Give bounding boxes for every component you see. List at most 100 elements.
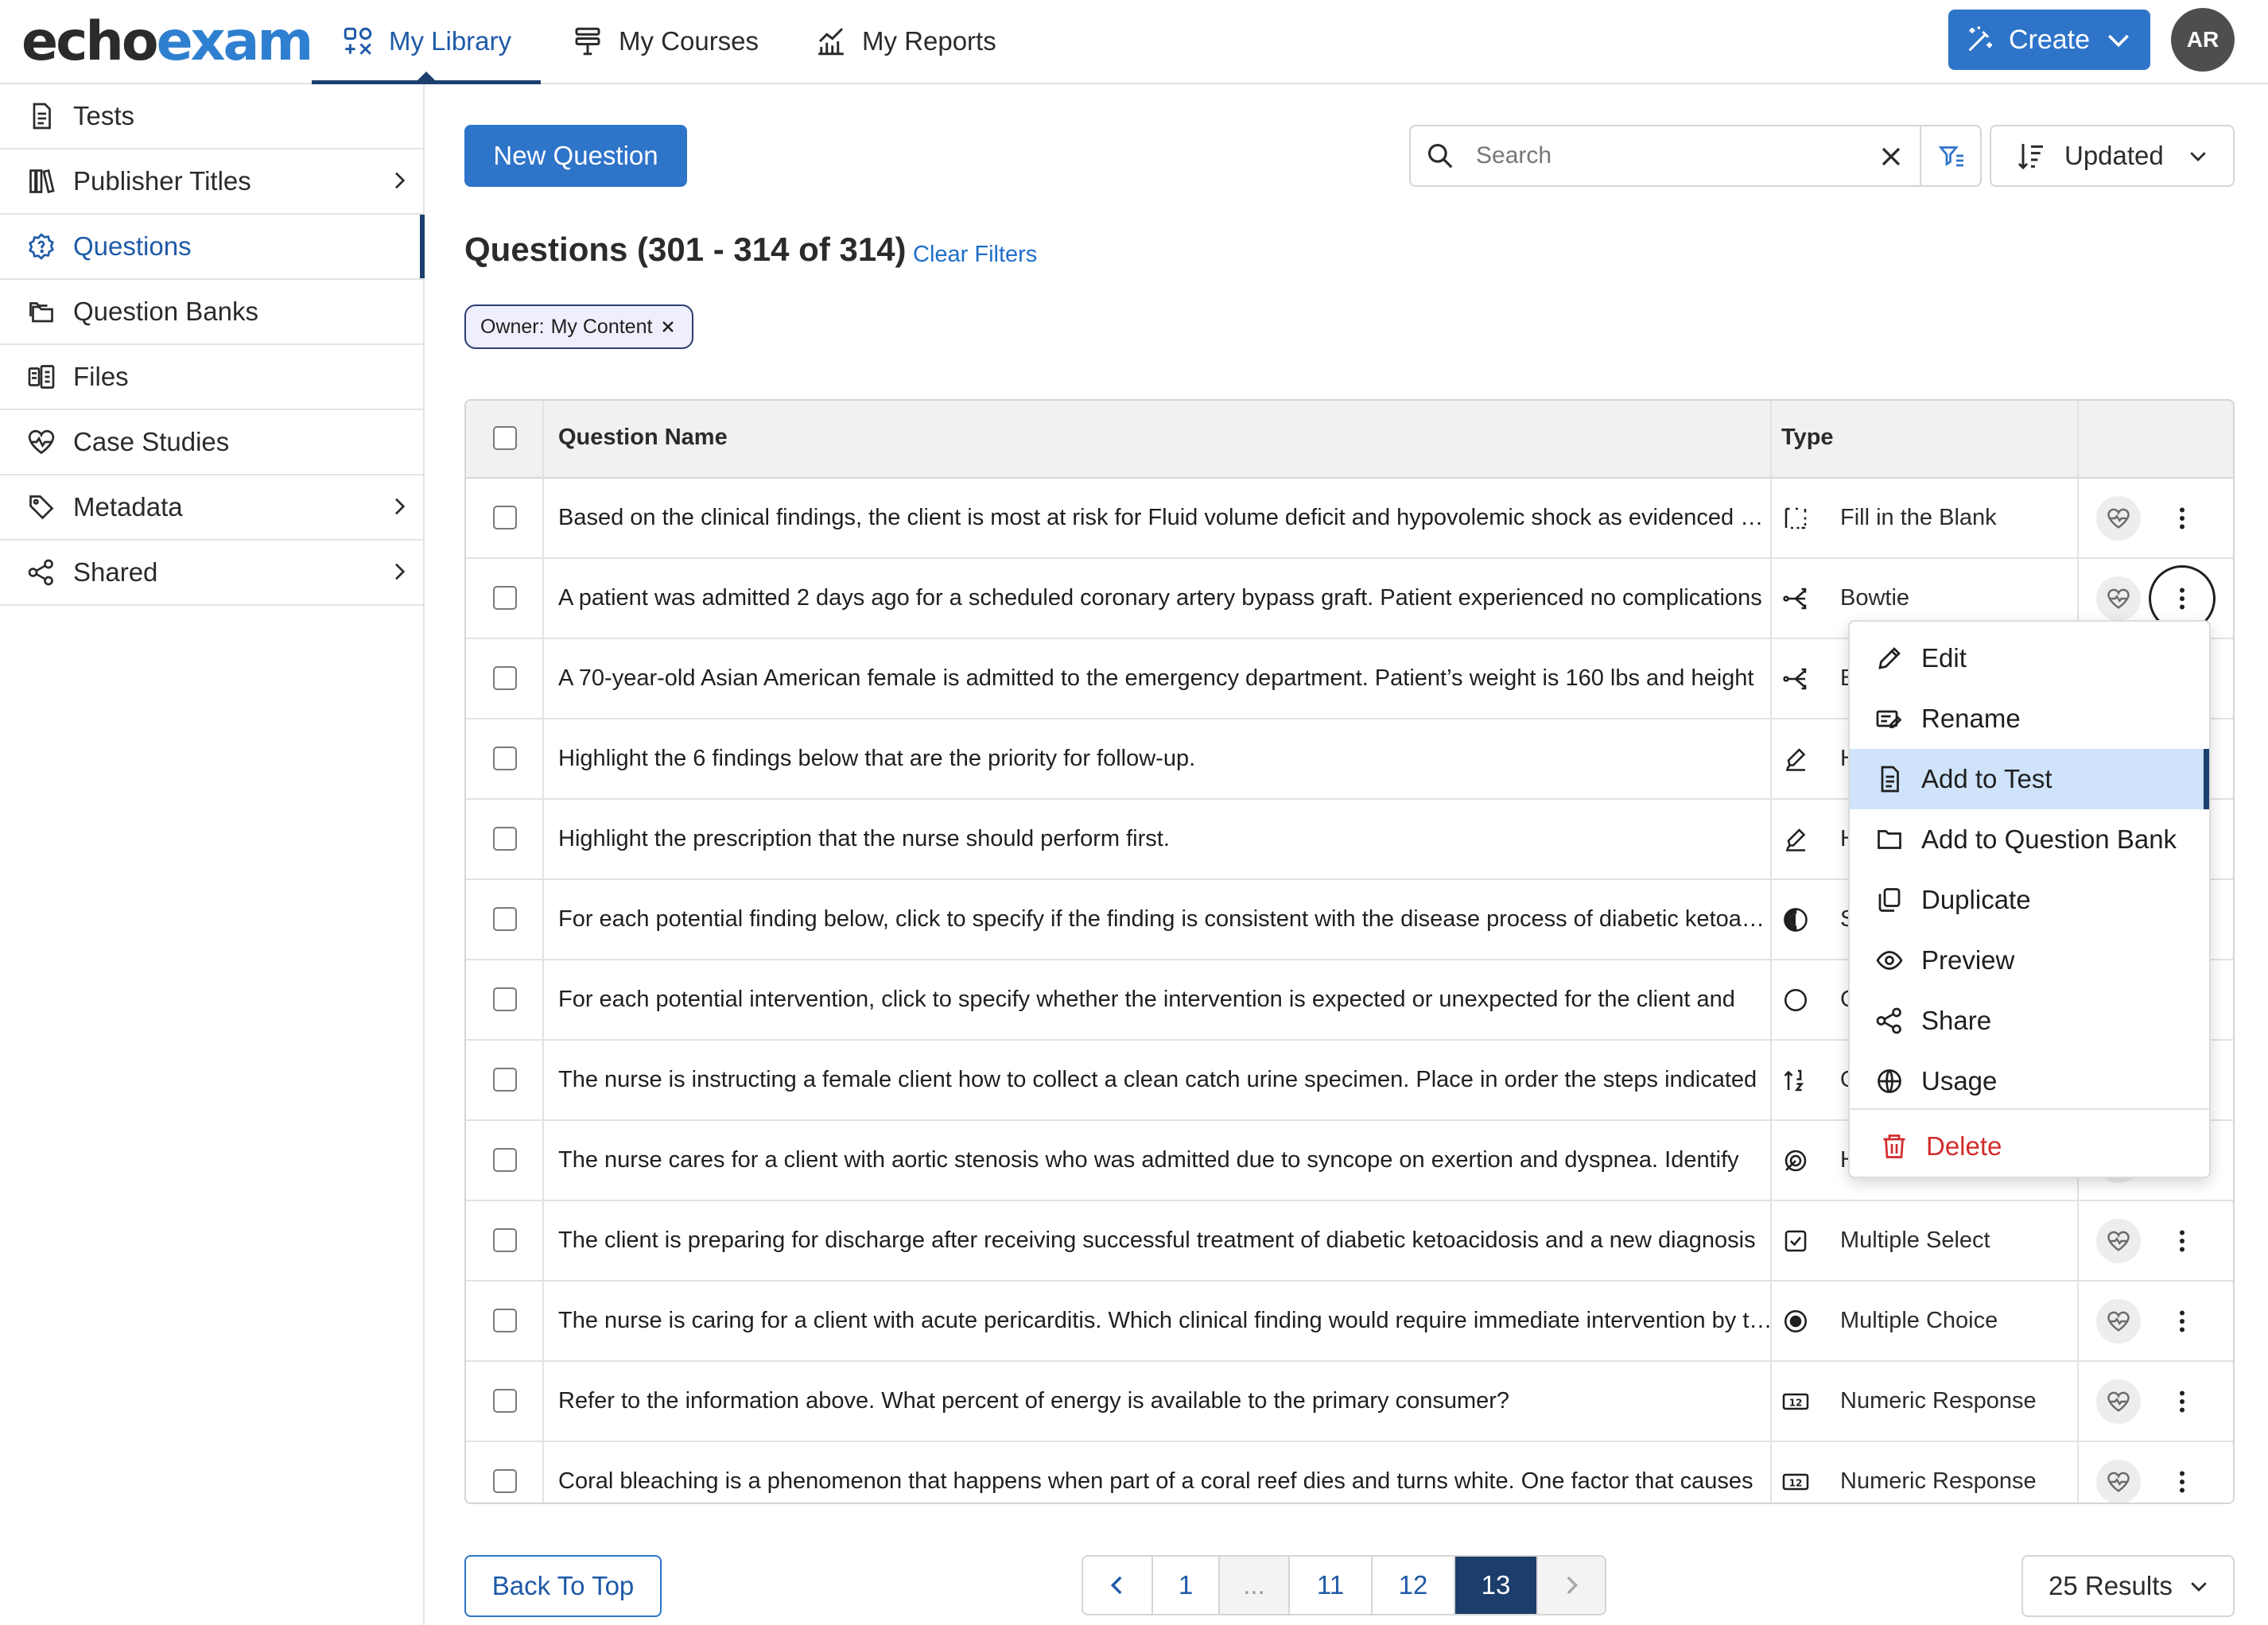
row-checkbox[interactable]: [493, 586, 517, 610]
row-checkbox[interactable]: [493, 1068, 517, 1092]
sidebar-item-questions[interactable]: Questions: [0, 215, 425, 280]
case-study-button[interactable]: [2096, 1379, 2141, 1424]
row-actions-menu-button[interactable]: [2158, 494, 2206, 542]
menu-item-add-to-test[interactable]: Add to Test: [1850, 749, 2209, 809]
menu-item-usage[interactable]: Usage: [1850, 1051, 2209, 1111]
question-name[interactable]: The client is preparing for discharge af…: [558, 1227, 1775, 1254]
test-document-icon: [33, 103, 51, 130]
highlight-icon: [1786, 828, 1806, 851]
nav-tab-my-library[interactable]: My Library: [312, 0, 541, 84]
back-to-top-button[interactable]: Back To Top: [464, 1555, 662, 1617]
question-type: Multiple Choice: [1840, 1308, 1998, 1333]
question-name[interactable]: Highlight the prescription that the nurs…: [558, 826, 1775, 852]
folder-icon: [1878, 830, 1901, 849]
sidebar-item-label: Files: [73, 362, 129, 391]
eye-icon: [1876, 951, 1903, 970]
row-checkbox[interactable]: [493, 666, 517, 690]
column-header-question-name[interactable]: Question Name: [558, 425, 728, 451]
page-button-1[interactable]: 1: [1153, 1557, 1220, 1614]
previous-page-button[interactable]: [1083, 1557, 1153, 1614]
case-study-button[interactable]: [2096, 1219, 2141, 1263]
clear-search-icon[interactable]: [1875, 141, 1907, 173]
case-study-button[interactable]: [2096, 1299, 2141, 1344]
numeric-icon: 12: [1782, 1473, 1809, 1491]
menu-item-preview[interactable]: Preview: [1850, 930, 2209, 991]
next-page-button[interactable]: [1538, 1557, 1605, 1614]
row-checkbox[interactable]: [493, 1469, 517, 1493]
select-all-checkbox[interactable]: [493, 426, 517, 450]
filter-chip-owner[interactable]: Owner: My Content: [464, 304, 694, 349]
question-name[interactable]: Refer to the information above. What per…: [558, 1388, 1775, 1414]
filter-button[interactable]: [1920, 126, 1982, 185]
row-checkbox[interactable]: [493, 1228, 517, 1252]
echoexam-logo[interactable]: echoexam: [21, 10, 313, 73]
row-checkbox[interactable]: [493, 907, 517, 931]
sidebar-item-publisher-titles[interactable]: Publisher Titles: [0, 149, 423, 215]
sidebar-item-tests[interactable]: Tests: [0, 84, 423, 149]
row-checkbox[interactable]: [493, 506, 517, 529]
menu-item-duplicate[interactable]: Duplicate: [1850, 870, 2209, 930]
remove-filter-icon[interactable]: [658, 317, 678, 336]
menu-item-rename[interactable]: Rename: [1850, 688, 2209, 749]
menu-item-delete[interactable]: Delete: [1850, 1116, 2209, 1177]
sort-dropdown[interactable]: Updated: [1990, 125, 2235, 187]
logo-text-echo: echo: [21, 10, 159, 73]
row-actions-menu-button[interactable]: [2158, 1378, 2206, 1425]
menu-item-share[interactable]: Share: [1850, 991, 2209, 1051]
row-checkbox[interactable]: [493, 1389, 517, 1413]
table-row[interactable]: The client is preparing for discharge af…: [466, 1201, 2233, 1282]
menu-item-add-to-question-bank[interactable]: Add to Question Bank: [1850, 809, 2209, 870]
question-name[interactable]: For each potential intervention, click t…: [558, 987, 1775, 1013]
sidebar-item-case-studies[interactable]: Case Studies: [0, 410, 423, 475]
nav-tab-my-reports[interactable]: My Reports: [814, 0, 996, 83]
sidebar-item-question-banks[interactable]: Question Banks: [0, 280, 423, 345]
table-row[interactable]: Based on the clinical findings, the clie…: [466, 479, 2233, 559]
question-name[interactable]: The nurse is instructing a female client…: [558, 1067, 1775, 1093]
page-button-12[interactable]: 12: [1373, 1557, 1455, 1614]
table-row[interactable]: The nurse is caring for a client with ac…: [466, 1282, 2233, 1362]
table-row[interactable]: Refer to the information above. What per…: [466, 1362, 2233, 1442]
menu-item-edit[interactable]: Edit: [1850, 628, 2209, 688]
sidebar-item-files[interactable]: Files: [0, 345, 423, 410]
folders-icon: [29, 302, 53, 323]
question-name[interactable]: The nurse is caring for a client with ac…: [558, 1308, 1775, 1334]
question-name[interactable]: A 70-year-old Asian American female is a…: [558, 665, 1775, 692]
row-checkbox[interactable]: [493, 1148, 517, 1172]
row-actions-menu-button[interactable]: [2158, 1297, 2206, 1345]
question-name[interactable]: A patient was admitted 2 days ago for a …: [558, 585, 1775, 611]
highlight-icon: [1786, 748, 1806, 771]
create-button[interactable]: Create: [1948, 10, 2150, 70]
row-actions-menu-button[interactable]: [2158, 1217, 2206, 1265]
row-checkbox[interactable]: [493, 747, 517, 770]
row-checkbox[interactable]: [493, 827, 517, 851]
new-question-button[interactable]: New Question: [464, 125, 687, 187]
sort-icon: [2018, 144, 2043, 170]
row-actions-menu-button[interactable]: [2158, 1458, 2206, 1503]
sidebar-item-shared[interactable]: Shared: [0, 541, 423, 606]
circle-icon: [1784, 988, 1808, 1012]
question-name[interactable]: For each potential finding below, click …: [558, 906, 1775, 933]
case-study-button[interactable]: [2096, 1460, 2141, 1503]
sidebar-item-label: Case Studies: [73, 427, 230, 456]
question-name[interactable]: Based on the clinical findings, the clie…: [558, 505, 1775, 531]
page-button-11[interactable]: 11: [1290, 1557, 1373, 1614]
case-study-button[interactable]: [2096, 496, 2141, 541]
question-name[interactable]: Coral bleaching is a phenomenon that hap…: [558, 1468, 1775, 1495]
column-header-type[interactable]: Type: [1781, 425, 1834, 451]
question-name[interactable]: The nurse cares for a client with aortic…: [558, 1147, 1775, 1173]
user-avatar[interactable]: AR: [2171, 8, 2235, 72]
nav-tab-label: My Courses: [619, 26, 759, 56]
table-row[interactable]: Coral bleaching is a phenomenon that hap…: [466, 1442, 2233, 1503]
question-name[interactable]: Highlight the 6 findings below that are …: [558, 746, 1775, 772]
search-input[interactable]: [1476, 142, 1850, 169]
nav-tab-my-courses[interactable]: My Courses: [571, 0, 759, 83]
row-checkbox[interactable]: [493, 1309, 517, 1332]
case-study-button[interactable]: [2096, 576, 2141, 621]
page-button-13-current[interactable]: 13: [1455, 1557, 1538, 1614]
sidebar-item-metadata[interactable]: Metadata: [0, 475, 423, 541]
row-checkbox[interactable]: [493, 987, 517, 1011]
clear-filters-link[interactable]: Clear Filters: [913, 242, 1037, 268]
search-icon: [1427, 143, 1453, 169]
heart-pulse-icon: [2107, 508, 2130, 529]
results-per-page-dropdown[interactable]: 25 Results: [2021, 1555, 2235, 1617]
